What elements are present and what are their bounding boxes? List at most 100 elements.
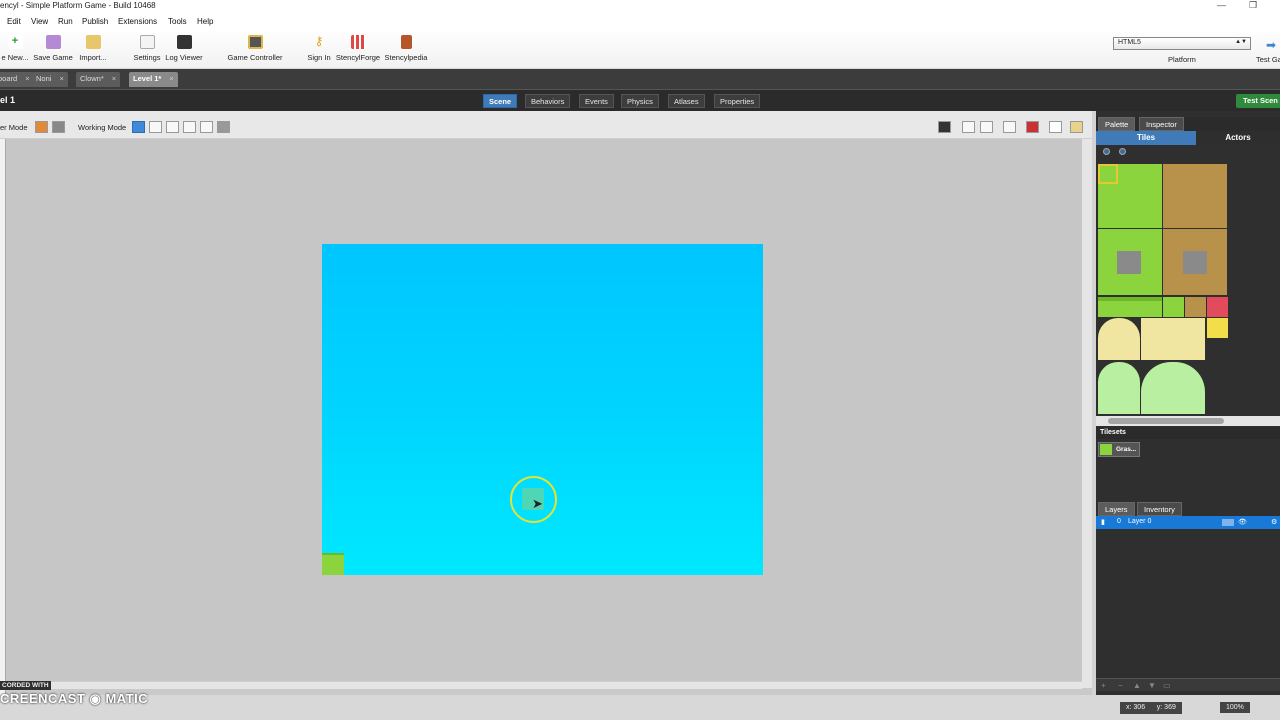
tab-scene[interactable]: Scene	[483, 94, 518, 108]
tab-inventory[interactable]: Inventory	[1137, 502, 1182, 516]
screen-icon[interactable]	[938, 121, 951, 133]
tileset-thumbnail	[1100, 444, 1112, 455]
menu-help[interactable]: Help	[197, 17, 213, 26]
menu-tools[interactable]: Tools	[168, 17, 187, 26]
palette-option-icon[interactable]	[1119, 148, 1126, 155]
palette-tile[interactable]	[1183, 251, 1207, 274]
horizontal-scrollbar[interactable]	[6, 681, 1082, 689]
tab-events[interactable]: Events	[579, 94, 614, 108]
log-viewer-button[interactable]: Log Viewer	[164, 35, 204, 62]
palette-tile[interactable]	[1207, 318, 1228, 338]
add-layer-icon[interactable]: +	[1101, 681, 1106, 690]
restore-button[interactable]: ❐	[1249, 0, 1257, 11]
import-button[interactable]: Import...	[74, 35, 112, 62]
menu-edit[interactable]: Edit	[7, 17, 21, 26]
tab-physics[interactable]: Physics	[621, 94, 659, 108]
test-game-arrow-icon[interactable]: ➡	[1266, 38, 1280, 52]
game-controller-button[interactable]: Game Controller	[226, 35, 284, 62]
tab-actors[interactable]: Actors	[1196, 131, 1280, 145]
menu-view[interactable]: View	[31, 17, 48, 26]
menu-publish[interactable]: Publish	[82, 17, 108, 26]
mode-bar: er Mode Working Mode	[0, 111, 1092, 139]
palette-tile[interactable]	[1098, 297, 1162, 317]
blank-tool-button[interactable]	[200, 121, 213, 133]
magnet-icon[interactable]	[1026, 121, 1039, 133]
tab-inspector[interactable]: Inspector	[1139, 117, 1184, 131]
fill-tool-button[interactable]	[217, 121, 230, 133]
palette-tile[interactable]	[1163, 297, 1184, 317]
document-tabs: board × Noni × Clown* × Level 1* ×	[0, 69, 1280, 89]
close-icon[interactable]: ×	[25, 74, 29, 83]
dropdown-arrow-icon: ▲▼	[1235, 39, 1247, 45]
tab-tiles[interactable]: Tiles	[1096, 131, 1196, 145]
palette-inspector-tabs: Palette Inspector	[1096, 117, 1280, 131]
layer-color-swatch[interactable]	[1222, 519, 1234, 526]
close-icon[interactable]: ×	[59, 74, 63, 83]
test-scene-button[interactable]: Test Scen	[1236, 94, 1280, 108]
frame-icon[interactable]	[962, 121, 975, 133]
select-tool-button[interactable]	[132, 121, 145, 133]
palette-option-icon[interactable]	[1103, 148, 1110, 155]
save-game-button[interactable]: Save Game	[33, 35, 73, 62]
palette-tile[interactable]	[1207, 297, 1228, 317]
tab-clown[interactable]: Clown* ×	[76, 72, 121, 87]
status-bar	[0, 695, 1280, 720]
scene-background[interactable]	[322, 244, 763, 575]
tab-properties[interactable]: Properties	[714, 94, 761, 108]
gear-icon[interactable]: ⚙	[1271, 518, 1277, 526]
palette-tile[interactable]	[1163, 164, 1227, 228]
log-viewer-icon	[176, 35, 192, 49]
grid-icon[interactable]	[980, 121, 993, 133]
tab-level-1[interactable]: Level 1* ×	[129, 72, 178, 87]
store-icon	[350, 35, 366, 49]
tab-noni[interactable]: Noni ×	[32, 72, 68, 87]
palette-tile[interactable]	[1098, 362, 1140, 414]
duplicate-layer-icon[interactable]: ▭	[1163, 681, 1171, 690]
stencylpedia-button[interactable]: Stencylpedia	[383, 35, 429, 62]
layer-row[interactable]: ▮ 0 Layer 0 👁 ⚙	[1096, 516, 1280, 529]
stencylforge-button[interactable]: StencylForge	[335, 35, 381, 62]
vertical-scrollbar[interactable]	[1082, 139, 1092, 688]
settings-button[interactable]: Settings	[130, 35, 164, 62]
minimize-button[interactable]: —	[1217, 0, 1226, 10]
watermark-recorded-text: CORDED WITH	[0, 681, 51, 690]
actor-tool-button[interactable]	[166, 121, 179, 133]
tab-palette[interactable]: Palette	[1098, 117, 1136, 131]
layer-mode-label: er Mode	[0, 123, 28, 132]
test-game-button[interactable]: Test Ga	[1256, 55, 1280, 64]
move-up-icon[interactable]: ▲	[1133, 681, 1141, 690]
create-new-button[interactable]: + e New...	[0, 35, 30, 62]
settings-icon	[139, 35, 155, 49]
close-icon[interactable]: ×	[112, 74, 116, 83]
eye-icon[interactable]: 👁	[1238, 518, 1247, 526]
menu-bar: Edit View Run Publish Extensions Tools H…	[0, 15, 1280, 29]
grass-tile[interactable]	[322, 553, 344, 575]
remove-layer-icon[interactable]: −	[1118, 681, 1123, 690]
tab-layers[interactable]: Layers	[1098, 502, 1135, 516]
tab-atlases[interactable]: Atlases	[668, 94, 705, 108]
zoom-icon[interactable]	[1003, 121, 1016, 133]
sign-in-button[interactable]: ⚷ Sign In	[305, 35, 333, 62]
menu-extensions[interactable]: Extensions	[118, 17, 157, 26]
tileset-name: Gras...	[1116, 446, 1137, 453]
mode-button-1[interactable]	[35, 121, 48, 133]
tab-dashboard[interactable]: board ×	[0, 72, 34, 87]
palette-tile[interactable]	[1185, 297, 1206, 317]
play-icon[interactable]	[1049, 121, 1062, 133]
tab-behaviors[interactable]: Behaviors	[525, 94, 571, 108]
palette-scroll-thumb[interactable]	[1108, 418, 1224, 424]
platform-select[interactable]: HTML5 ▲▼	[1113, 37, 1251, 50]
palette-tile[interactable]	[1141, 318, 1205, 360]
layer-icon: ▮	[1101, 519, 1105, 526]
palette-tile[interactable]	[1098, 318, 1140, 360]
layer-name: Layer 0	[1128, 518, 1152, 525]
pencil-tool-button[interactable]	[183, 121, 196, 133]
palette-tile[interactable]	[1141, 362, 1205, 414]
mode-button-2[interactable]	[52, 121, 65, 133]
tile-tool-button[interactable]	[149, 121, 162, 133]
menu-run[interactable]: Run	[58, 17, 73, 26]
move-down-icon[interactable]: ▼	[1148, 681, 1156, 690]
image-icon[interactable]	[1070, 121, 1083, 133]
close-icon[interactable]: ×	[169, 74, 173, 83]
palette-tile[interactable]	[1117, 251, 1141, 274]
